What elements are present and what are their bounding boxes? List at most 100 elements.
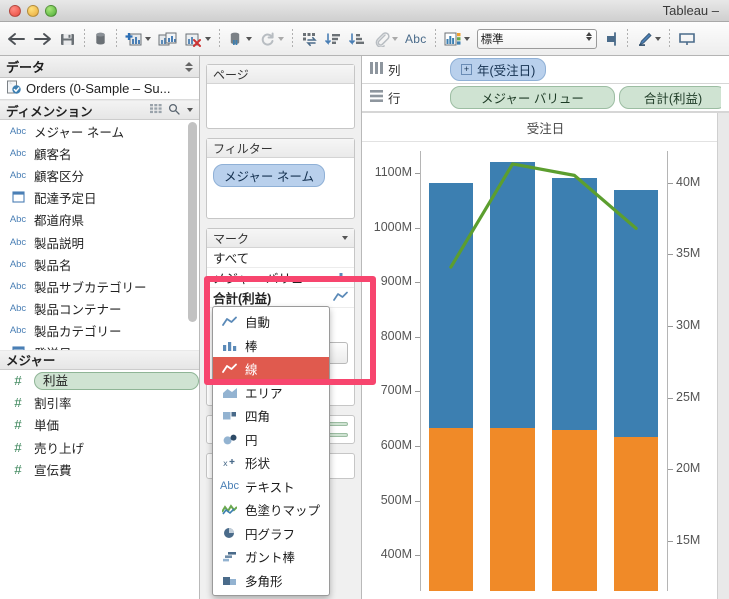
chevron-down-icon[interactable] <box>342 236 348 240</box>
chevron-down-icon[interactable] <box>246 36 252 41</box>
rows-shelf-slot[interactable]: メジャー バリュー 合計(利益) <box>450 86 721 109</box>
fit-select[interactable]: 標準 <box>476 28 597 49</box>
string-type-icon: Abc <box>9 303 27 315</box>
mark-type-option-4[interactable]: エリア <box>213 381 329 405</box>
columns-shelf-slot[interactable]: + 年(受注日) <box>450 58 721 81</box>
dimension-field[interactable]: Abc 都道府県 <box>0 209 199 231</box>
labels-icon[interactable]: Abc <box>402 26 430 52</box>
grid-view-icon[interactable] <box>150 103 163 117</box>
visualization-area[interactable]: 受注日 1100M 1000M 900M 800M 700M 600M 500M 400M 40… <box>362 112 729 599</box>
viz-vertical-scrollbar[interactable] <box>717 113 729 599</box>
mark-type-option-2[interactable]: 棒 <box>213 334 329 358</box>
chevron-down-icon[interactable] <box>654 36 661 41</box>
dimension-field[interactable]: 発送日 <box>0 342 199 350</box>
duplicate-sheet-icon[interactable] <box>155 26 181 52</box>
measures-list[interactable]: # 利益 # 割引率 # 単価 # 売り上げ # 宣伝費 <box>0 370 199 599</box>
polygon-icon <box>221 575 238 586</box>
dimensions-list[interactable]: Abc メジャー ネーム Abc 顧客名 Abc 顧客区分 配達予定日 Abc 都道府県 Abc 製… <box>0 120 199 350</box>
mark-type-option-7[interactable]: x 形状 <box>213 451 329 475</box>
dimensions-scrollbar[interactable] <box>188 122 197 348</box>
save-icon[interactable] <box>56 26 79 52</box>
window-title-bar: Tableau – <box>0 0 729 22</box>
fix-axis-icon[interactable] <box>598 26 622 52</box>
data-source-icon[interactable] <box>90 26 111 52</box>
marks-row-sum-profit[interactable]: 合計(利益) <box>207 288 354 308</box>
close-button[interactable] <box>9 4 21 17</box>
pages-label: ページ <box>213 67 249 82</box>
chart-title: 受注日 <box>362 113 729 142</box>
dimension-field[interactable]: Abc 顧客名 <box>0 142 199 164</box>
maximize-button[interactable] <box>45 4 57 17</box>
mark-type-option-5[interactable]: 四角 <box>213 404 329 428</box>
dimension-field[interactable]: Abc 製品説明 <box>0 231 199 253</box>
measure-field[interactable]: # 割引率 <box>0 392 199 414</box>
shape-icon: x <box>221 457 238 468</box>
dimension-field[interactable]: 配達予定日 <box>0 187 199 209</box>
measure-field[interactable]: # 利益 <box>0 370 199 392</box>
mark-type-option-9[interactable]: 色塗りマップ <box>213 498 329 522</box>
data-pane-title: データ <box>6 60 46 75</box>
line-icon <box>221 316 238 327</box>
presentation-icon[interactable] <box>675 26 699 52</box>
filter-pill-measure-names[interactable]: メジャー ネーム <box>213 164 325 187</box>
datasource-item[interactable]: Orders (0-Sample – Su... <box>0 78 199 100</box>
rows-shelf[interactable]: 行 メジャー バリュー 合計(利益) <box>362 84 729 112</box>
scrollbar-thumb[interactable] <box>188 122 197 322</box>
expand-icon[interactable]: + <box>461 64 472 75</box>
data-pane-resize-icon[interactable] <box>185 61 193 72</box>
fit-select-value: 標準 <box>480 33 504 46</box>
window-controls[interactable] <box>9 4 57 17</box>
mark-type-option-6[interactable]: 円 <box>213 428 329 452</box>
mark-type-option-11[interactable]: ガント棒 <box>213 545 329 569</box>
marks-label: マーク <box>213 231 250 246</box>
swap-rows-columns-icon[interactable] <box>298 26 321 52</box>
filters-card-body[interactable]: メジャー ネーム <box>207 158 354 218</box>
mark-type-option-8[interactable]: Abc テキスト <box>213 475 329 499</box>
filters-label: フィルター <box>213 141 273 156</box>
dimension-field[interactable]: Abc 製品カテゴリー <box>0 320 199 342</box>
mark-type-option-3[interactable]: 線 <box>213 357 329 381</box>
measure-field[interactable]: # 単価 <box>0 414 199 436</box>
measure-field[interactable]: # 売り上げ <box>0 436 199 458</box>
dimension-field[interactable]: Abc 製品コンテナー <box>0 298 199 320</box>
measure-field[interactable]: # 宣伝費 <box>0 458 199 480</box>
rows-pill-measure-values[interactable]: メジャー バリュー <box>450 86 615 109</box>
plot-area[interactable]: 1100M 1000M 900M 800M 700M 600M 500M 400M 40M 35M… <box>362 143 729 599</box>
mark-type-dropdown[interactable]: 自動棒線エリア 四角円 x 形状 Abc テキスト 色塗りマップ 円グラフ ガント棒 多角形 <box>212 306 330 596</box>
dimension-field[interactable]: Abc メジャー ネーム <box>0 120 199 142</box>
chevron-down-icon[interactable] <box>145 36 151 41</box>
dimension-field[interactable]: Abc 製品名 <box>0 253 199 275</box>
show-me-icon[interactable] <box>441 26 473 52</box>
highlighter-icon[interactable] <box>633 26 664 52</box>
dimensions-tools[interactable] <box>150 103 193 118</box>
measures-section-header: メジャー <box>0 349 199 370</box>
forward-icon[interactable] <box>30 26 55 52</box>
dimension-field[interactable]: Abc 顧客区分 <box>0 164 199 186</box>
chevron-down-icon[interactable] <box>187 108 193 112</box>
marks-row-measure-values[interactable]: メジャー バリュー <box>207 268 354 288</box>
search-icon[interactable] <box>168 103 180 118</box>
rows-pill-sum-profit[interactable]: 合計(利益) <box>618 86 721 109</box>
pages-card-body[interactable] <box>207 84 354 128</box>
mark-type-option-12[interactable]: 多角形 <box>213 569 329 593</box>
mark-type-option-1[interactable]: 自動 <box>213 310 329 334</box>
viz-pane: 列 + 年(受注日) 行 メジャー バリュー 合計(利益) 受注日 1100M … <box>362 56 729 599</box>
back-icon[interactable] <box>4 26 29 52</box>
marks-row-all[interactable]: すべて <box>207 248 354 268</box>
columns-pill-year-order-date[interactable]: + 年(受注日) <box>450 58 547 81</box>
columns-shelf[interactable]: 列 + 年(受注日) <box>362 56 729 84</box>
chevron-down-icon[interactable] <box>463 36 470 41</box>
chevron-down-icon[interactable] <box>205 36 211 41</box>
pause-autoupdate-icon[interactable] <box>225 26 255 52</box>
sort-ascending-icon[interactable] <box>322 26 345 52</box>
sort-descending-icon[interactable] <box>346 26 369 52</box>
fit-select-stepper[interactable] <box>585 31 592 41</box>
rows-icon <box>370 90 383 105</box>
minimize-button[interactable] <box>27 4 39 17</box>
clear-sheet-icon[interactable] <box>182 26 214 52</box>
dimension-field[interactable]: Abc 製品サブカテゴリー <box>0 275 199 297</box>
mark-type-option-10[interactable]: 円グラフ <box>213 522 329 546</box>
new-worksheet-icon[interactable] <box>122 26 154 52</box>
pie-icon <box>221 527 238 539</box>
number-type-icon: # <box>14 461 22 477</box>
